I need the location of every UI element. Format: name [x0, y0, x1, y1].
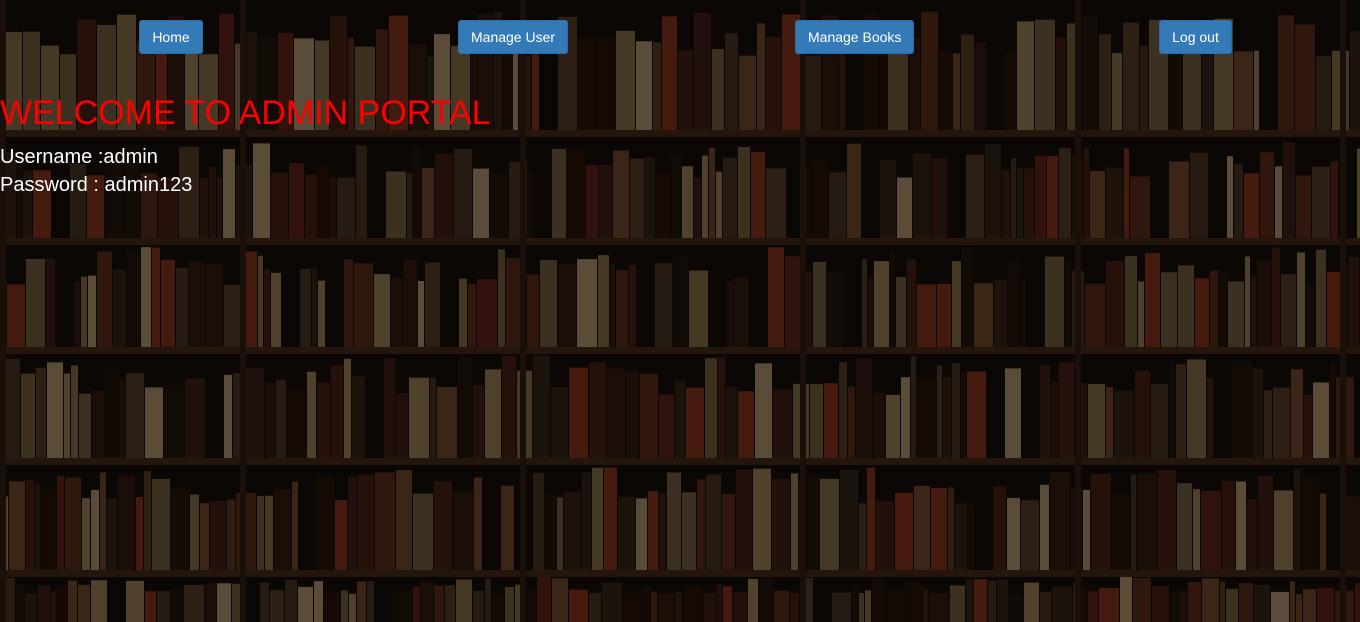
home-button[interactable]: Home	[139, 20, 203, 54]
admin-portal-page: Home Manage User Manage Books Log out WE…	[0, 0, 1360, 622]
password-text: Password : admin123	[0, 174, 193, 196]
page-title: WELCOME TO ADMIN PORTAL	[0, 94, 491, 132]
manage-books-button[interactable]: Manage Books	[795, 20, 914, 54]
username-text: Username :admin	[0, 146, 158, 168]
manage-user-button[interactable]: Manage User	[458, 20, 568, 54]
logout-button[interactable]: Log out	[1159, 20, 1232, 54]
